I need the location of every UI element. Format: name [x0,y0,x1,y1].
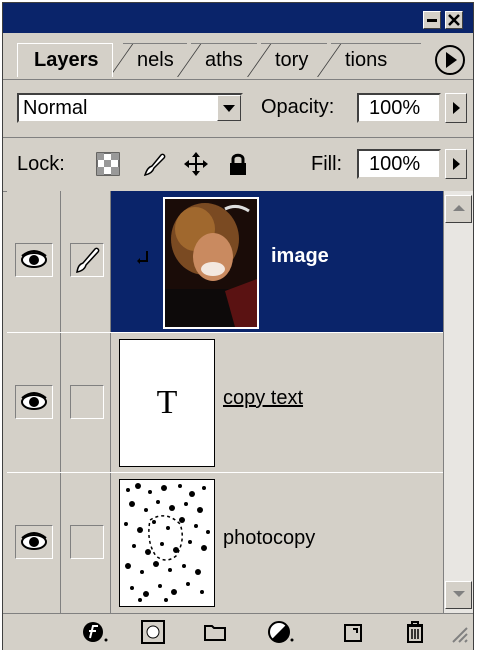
lock-transparency-icon[interactable] [95,151,121,177]
text-layer-glyph: T [156,384,178,421]
layers-toolbar [3,613,473,650]
scroll-down-button[interactable] [445,581,472,609]
blend-mode-value: Normal [23,97,88,119]
layer-thumbnail [119,479,215,607]
layer-name[interactable]: copy text [223,387,303,410]
link-cell [61,473,111,613]
link-cell [61,333,111,472]
lock-all-icon[interactable] [225,151,251,177]
mask-icon[interactable] [139,620,167,644]
photocopy-thumbnail [120,480,214,606]
lock-label: Lock: [17,153,65,175]
resize-grip-icon[interactable] [449,624,469,644]
layer-style-icon[interactable] [81,620,109,644]
layer-body[interactable]: T copy text [111,333,443,472]
tab-strip: Layers nels aths tory tions [3,33,473,80]
edit-layer-toggle[interactable] [70,243,104,277]
tab-actions[interactable]: tions [331,43,421,77]
layer-thumbnail [163,197,259,329]
visibility-toggle[interactable] [15,385,53,419]
eye-icon [21,392,47,410]
layer-thumbnail: T [119,339,215,467]
eye-icon [21,532,47,550]
edit-layer-toggle[interactable] [70,525,104,559]
layer-name[interactable]: photocopy [223,527,315,550]
fill-input[interactable]: 100% [357,149,441,179]
opacity-slider-button[interactable] [445,93,467,123]
new-layer-icon[interactable] [339,620,367,644]
eye-icon [21,250,47,268]
layers-scrollbar[interactable] [443,191,473,613]
visibility-toggle[interactable] [15,243,53,277]
layer-name[interactable]: image [271,245,329,268]
blend-mode-dropdown[interactable]: Normal [17,93,243,123]
fill-label: Fill: [311,153,343,175]
adjustment-layer-icon[interactable] [267,620,295,644]
brush-icon [76,247,100,273]
layer-row-copy-text[interactable]: T copy text [7,333,443,473]
tab-history[interactable]: tory [261,43,327,77]
layers-list: image T copy text photocopy [7,191,443,613]
clipping-arrow-icon [137,251,148,264]
close-button[interactable] [445,11,463,29]
blend-opacity-row: Normal Opacity: 100% [3,79,473,138]
close-icon [448,14,460,26]
lock-fill-row: Lock: Fill: 100% [3,137,473,192]
layer-row-photocopy[interactable]: photocopy [7,473,443,613]
visibility-cell [7,473,61,613]
trash-icon[interactable] [401,620,429,644]
opacity-label: Opacity: [261,96,335,118]
layers-panel: Layers nels aths tory tions Normal Opaci… [2,2,474,650]
chevron-down-icon[interactable] [217,95,241,121]
lock-position-icon[interactable] [183,151,209,177]
fill-slider-button[interactable] [445,149,467,179]
lock-image-pixels-icon[interactable] [141,151,167,177]
edit-layer-toggle[interactable] [70,385,104,419]
tab-layers[interactable]: Layers [17,43,113,77]
layer-body[interactable]: photocopy [111,473,443,613]
scroll-up-button[interactable] [445,195,472,223]
panel-titlebar[interactable] [3,3,473,33]
minimize-button[interactable] [423,11,441,29]
opacity-input[interactable]: 100% [357,93,441,123]
folder-icon[interactable] [201,620,229,644]
tab-paths[interactable]: aths [191,43,257,77]
tab-channels[interactable]: nels [123,43,187,77]
photo-thumbnail [165,199,257,327]
panel-menu-button[interactable] [435,45,465,75]
visibility-cell [7,333,61,472]
link-cell [61,191,111,332]
visibility-toggle[interactable] [15,525,53,559]
visibility-cell [7,191,61,332]
layer-row-image[interactable]: image [7,191,443,333]
layer-body[interactable]: image [111,191,443,332]
